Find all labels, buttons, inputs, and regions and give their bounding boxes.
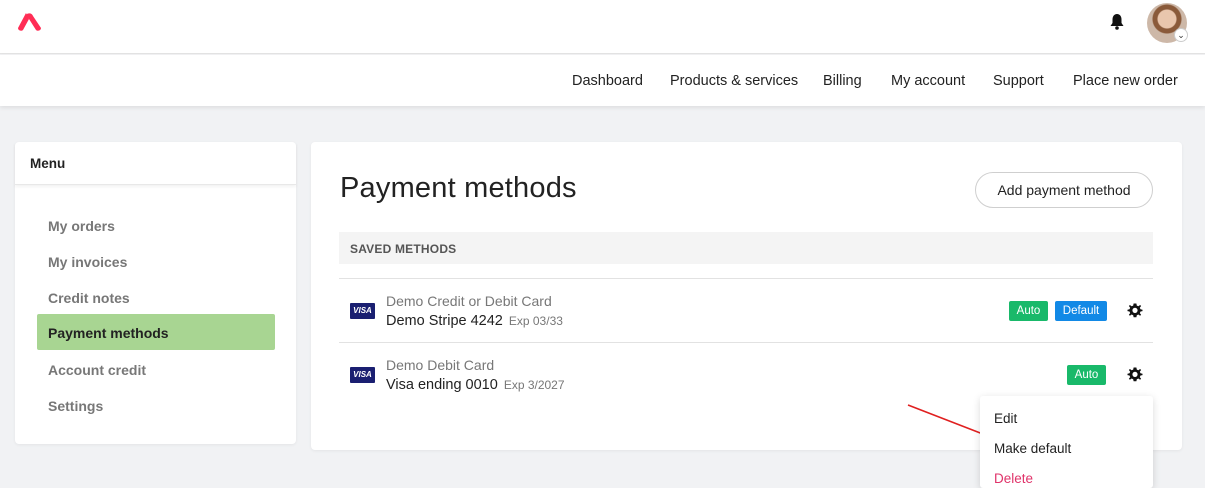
page-title: Payment methods (340, 172, 577, 204)
card-label: Visa ending 0010 Exp 3/2027 (386, 377, 565, 393)
gear-icon[interactable] (1127, 367, 1143, 383)
card-label-text: Demo Stripe 4242 (386, 313, 503, 329)
top-bar: ⌄ (0, 0, 1205, 54)
menu-item-make-default[interactable]: Make default (994, 441, 1071, 456)
add-payment-method-button[interactable]: Add payment method (975, 172, 1153, 208)
status-badge-auto: Auto (1067, 365, 1106, 385)
menu-item-delete[interactable]: Delete (994, 471, 1033, 486)
sidebar-menu: Menu My orders My invoices Credit notes … (15, 142, 296, 444)
bell-icon[interactable] (1109, 13, 1125, 30)
payment-method-row: VISA Demo Credit or Debit Card Demo Stri… (339, 279, 1153, 343)
card-label-text: Visa ending 0010 (386, 377, 498, 393)
sidebar-item-account-credit[interactable]: Account credit (37, 351, 275, 387)
payment-method-actions-menu: Edit Make default Delete (980, 396, 1153, 488)
sidebar-item-payment-methods[interactable]: Payment methods (37, 314, 275, 350)
chevron-down-icon[interactable]: ⌄ (1174, 28, 1188, 42)
nav-my-account[interactable]: My account (891, 73, 965, 89)
nav-dashboard[interactable]: Dashboard (572, 73, 643, 89)
sidebar-item-credit-notes[interactable]: Credit notes (37, 279, 275, 315)
status-badge-auto: Auto (1009, 301, 1048, 321)
gear-icon[interactable] (1127, 303, 1143, 319)
nav-products-services[interactable]: Products & services (670, 73, 798, 89)
nav-billing[interactable]: Billing (823, 73, 862, 89)
visa-card-icon: VISA (350, 303, 375, 319)
status-badge-default: Default (1055, 301, 1107, 321)
card-name: Demo Debit Card (386, 357, 495, 373)
visa-card-icon: VISA (350, 367, 375, 383)
nav-support[interactable]: Support (993, 73, 1044, 89)
card-label: Demo Stripe 4242 Exp 03/33 (386, 313, 563, 329)
section-title: SAVED METHODS (339, 232, 1153, 264)
brand-logo-icon[interactable] (16, 11, 42, 33)
card-name: Demo Credit or Debit Card (386, 293, 552, 309)
sidebar-item-my-orders[interactable]: My orders (37, 207, 275, 243)
main-nav: Dashboard Products & services Billing My… (0, 55, 1205, 106)
card-expiry: Exp 3/2027 (503, 378, 565, 392)
sidebar-title: Menu (15, 142, 296, 185)
card-expiry: Exp 03/33 (508, 314, 563, 328)
sidebar-item-settings[interactable]: Settings (37, 387, 275, 423)
nav-place-new-order[interactable]: Place new order (1073, 73, 1178, 89)
sidebar-item-my-invoices[interactable]: My invoices (37, 243, 275, 279)
menu-item-edit[interactable]: Edit (994, 411, 1017, 426)
